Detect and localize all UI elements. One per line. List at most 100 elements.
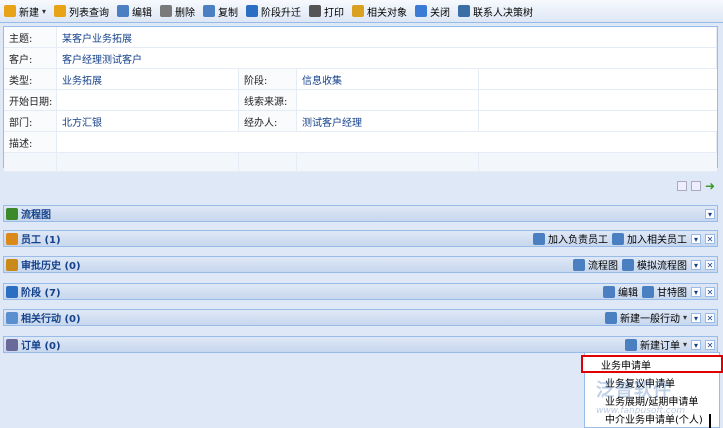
staff-icon [6,232,18,245]
new-order-icon [624,338,637,351]
new-icon [4,5,16,17]
toolbar-button-9[interactable]: 联系人决策树 [454,1,537,21]
new-action-icon [604,311,617,324]
section-title[interactable]: 员工 (1) [4,231,61,246]
gantt-icon [642,285,654,298]
toolbar-button-8[interactable]: 关闭 [411,1,454,21]
section-action-button[interactable]: 新建订单 ▾ [624,337,687,352]
collapse-toggle-icon[interactable]: ▾ [691,259,701,270]
add-member-icon [612,232,624,245]
stage-bars-icon [6,285,18,298]
toolbar-button-2[interactable]: 编辑 [113,1,156,21]
section-action-button[interactable]: 流程图 [573,257,618,272]
panel-tools: ➜ [676,180,715,192]
edit-icon [117,5,130,17]
empty-cell [4,153,57,171]
toolbar-button-6[interactable]: 打印 [305,1,348,21]
section-action-button[interactable]: 加入负责员工 [533,231,608,246]
description-label: 描述: [4,132,57,152]
toolbar-button-5[interactable]: 阶段升迁 [242,1,305,21]
description-value [57,132,717,152]
dropdown-arrow-icon[interactable]: ▾ [683,340,687,349]
section-title[interactable]: 相关行动 (0) [4,310,81,325]
expand-all-icon[interactable] [690,181,701,191]
collapse-toggle-icon[interactable]: ▾ [705,208,715,219]
subject-value: 某客户业务拓展 [57,27,717,47]
collapse-toggle-icon[interactable]: ▾ [691,339,701,350]
section-flow: 流程图 ▾ [3,205,718,222]
department-value: 北方汇银 [57,111,239,131]
type-label: 类型: [4,69,57,89]
section-action-button[interactable]: 甘特图 [642,284,687,299]
close-section-icon[interactable]: ✕ [705,312,715,323]
section-title-text: 订单 (0) [21,341,61,352]
section-action-button[interactable]: 加入相关员工 [612,231,687,246]
toolbar-button-label: 列表查询 [69,7,110,19]
section-action-label: 加入负责员工 [548,235,608,246]
section-stage: 阶段 (7) 编辑 甘特图 ▾ ✕ [3,283,718,300]
close-section-icon[interactable]: ✕ [705,339,715,350]
close-section-icon[interactable]: ✕ [705,286,715,297]
sim-flow-icon [622,258,634,271]
stage-value[interactable]: 信息收集 [297,69,479,89]
type-value: 业务拓展 [57,69,239,89]
section-actions: 流程图 模拟流程图 ▾ ✕ [573,257,717,272]
edit-icon [603,285,615,298]
section-action-button[interactable]: 模拟流程图 [622,257,687,272]
detail-form: 主题: 某客户业务拓展 客户: 客户经理测试客户 类型: 业务拓展 阶段: 信息… [3,26,718,172]
toolbar-button-label: 相关对象 [367,7,408,19]
watermark-url: www.fanpusoft.com [596,406,686,416]
delete-icon [160,5,173,17]
close-icon [415,5,428,17]
collapse-toggle-icon[interactable]: ▾ [691,233,701,244]
order-icon [6,338,18,351]
toolbar-button-label: 打印 [324,7,345,19]
start-date-label: 开始日期: [4,90,57,110]
toolbar-button-4[interactable]: 复制 [199,1,242,21]
department-label: 部门: [4,111,57,131]
section-actions: 新建一般行动 ▾ ▾ ✕ [604,310,717,325]
handler-label: 经办人: [239,111,297,131]
list-query-icon [54,5,67,17]
collapse-toggle-icon[interactable]: ▾ [691,312,701,323]
toolbar-button-7[interactable]: 相关对象 [348,1,411,21]
stage-icon [246,5,259,17]
section-action-label: 甘特图 [657,288,687,299]
lead-source-label: 线索来源: [239,90,297,110]
dropdown-item-1[interactable]: 业务复议申请单 [585,373,719,391]
new-order-dropdown: 业务申请单 业务复议申请单 业务展期/延期申请单 中介业务申请单(个人) [581,352,723,428]
dropdown-arrow-icon[interactable]: ▾ [683,313,687,322]
toolbar-button-1[interactable]: 列表查询 [50,1,113,21]
section-title-text: 阶段 (7) [21,288,61,299]
action-icon [6,311,18,324]
toolbar-button-0[interactable]: 新建 ▾ [0,1,50,21]
customer-value[interactable]: 客户经理测试客户 [57,48,717,68]
collapse-toggle-icon[interactable]: ▾ [691,286,701,297]
close-section-icon[interactable]: ✕ [705,259,715,270]
section-title[interactable]: 流程图 [4,206,51,221]
toolbar-button-3[interactable]: 删除 [156,1,199,21]
toolbar: 新建 ▾ 列表查询 编辑 删除 复制 阶段升迁 打印 相关对象 关闭 联系人决策树 [0,0,723,23]
section-action-button[interactable]: 编辑 [603,284,638,299]
section-title[interactable]: 订单 (0) [4,337,61,352]
empty-cell [297,153,479,171]
next-arrow-icon[interactable]: ➜ [705,180,715,192]
section-action-button[interactable]: 新建一般行动 ▾ [604,310,687,325]
toolbar-button-label: 复制 [218,7,239,19]
toolbar-button-label: 编辑 [132,7,153,19]
flow-icon [573,258,585,271]
dropdown-item-0[interactable]: 业务申请单 [581,355,723,373]
collapse-all-icon[interactable] [676,181,687,191]
start-date-value [57,90,239,110]
section-title-text: 流程图 [21,210,51,221]
section-title-text: 相关行动 (0) [21,314,81,325]
dropdown-arrow-icon[interactable]: ▾ [42,7,46,16]
section-title[interactable]: 阶段 (7) [4,284,61,299]
close-section-icon[interactable]: ✕ [705,233,715,244]
add-owner-icon [533,232,545,245]
section-orders: 订单 (0) 新建订单 ▾ ▾ ✕ [3,336,718,353]
section-title-text: 审批历史 (0) [21,261,81,272]
contact-tree-icon [458,5,471,17]
section-title[interactable]: 审批历史 (0) [4,257,81,272]
section-actions: ▾ [705,208,717,219]
